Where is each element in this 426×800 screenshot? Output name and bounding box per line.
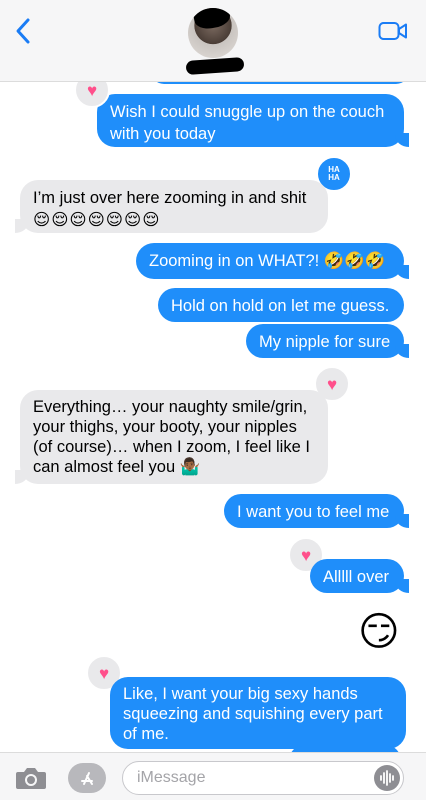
message-bubble-incoming[interactable]: I’m just over here zooming in and shit 😌… — [15, 180, 328, 233]
message-bubble-outgoing[interactable]: My nipple for sure — [246, 324, 409, 358]
message-bubble-outgoing[interactable]: Zooming in on WHAT?! 🤣🤣🤣 — [136, 243, 409, 279]
message-emoji-line: 😌😌😌😌😌😌😌 — [33, 211, 161, 229]
avatar-redaction — [192, 8, 232, 31]
haha-icon: HA HA — [328, 165, 340, 182]
audio-waveform-icon[interactable] — [374, 765, 400, 791]
waveform-glyph-icon — [380, 770, 394, 786]
message-text: Alllll over — [323, 568, 390, 586]
message-bubble-outgoing[interactable]: Like, I want your big sexy hands squeezi… — [110, 677, 406, 749]
compose-bar: iMessage — [0, 752, 426, 800]
video-camera-icon[interactable] — [378, 20, 408, 42]
message-text: Everything… your naughty smile/grin, — [33, 398, 308, 416]
message-text: of me. — [123, 725, 169, 743]
heart-icon: ♥ — [300, 545, 312, 565]
message-bubble-outgoing[interactable]: Hold on hold on let me guess. — [158, 288, 404, 322]
message-text: My nipple for sure — [259, 333, 391, 351]
emoji-message[interactable]: 😏 — [358, 612, 400, 652]
message-text: Like, I want your big sexy hands — [123, 685, 358, 703]
message-text: with you today — [110, 125, 216, 143]
heart-icon: ♥ — [86, 80, 98, 100]
contact-name-redaction — [185, 56, 245, 76]
app-store-icon[interactable] — [68, 763, 106, 793]
message-bubble-outgoing[interactable]: Alllll over — [310, 559, 409, 593]
message-text: can almost feel you 🤷🏾‍♂️ — [33, 458, 201, 476]
message-text: Zooming in on WHAT?! 🤣🤣🤣 — [149, 252, 386, 270]
avatar[interactable] — [188, 8, 238, 58]
message-bubble-outgoing[interactable]: Wish I could snuggle up on the couch wit… — [97, 94, 409, 147]
message-bubble-incoming[interactable]: Everything… your naughty smile/grin, you… — [15, 390, 328, 484]
message-text: Hold on hold on let me guess. — [171, 297, 390, 315]
conversation-header — [0, 0, 426, 82]
message-text: squeezing and squishing every part — [123, 705, 383, 723]
camera-icon[interactable] — [14, 765, 48, 791]
message-bubble-outgoing[interactable]: I want you to feel me — [224, 494, 409, 528]
message-text: I want you to feel me — [237, 503, 390, 521]
message-text: Wish I could snuggle up on the couch — [110, 103, 385, 121]
message-input[interactable]: iMessage — [122, 761, 404, 795]
app-store-glyph-icon — [81, 772, 93, 785]
message-input-placeholder: iMessage — [137, 769, 206, 786]
heart-icon: ♥ — [98, 663, 110, 683]
message-text: your thighs, your booty, your nipples — [33, 418, 297, 436]
chevron-left-icon[interactable] — [12, 16, 34, 46]
message-text: (of course)… when I zoom, I feel like I — [33, 438, 310, 456]
heart-icon: ♥ — [326, 374, 338, 394]
message-text: I’m just over here zooming in and shit — [33, 189, 307, 207]
